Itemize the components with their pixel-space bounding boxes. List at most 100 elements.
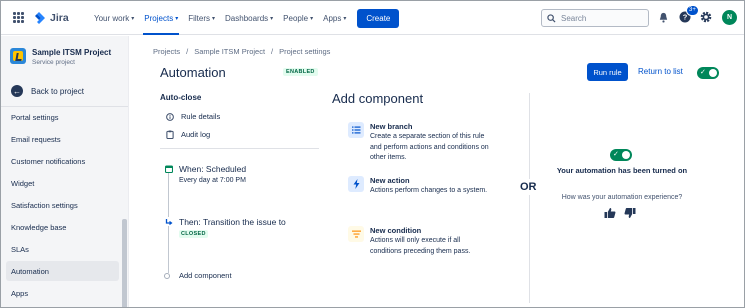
new-action-option[interactable]: New action Actions perform changes to a …	[348, 176, 490, 197]
nav-label: Apps	[323, 13, 342, 23]
search-placeholder: Search	[561, 13, 587, 23]
logo-text: Jira	[50, 12, 69, 24]
breadcrumb-separator: /	[186, 47, 189, 56]
project-type: Service project	[32, 59, 75, 66]
nav-dashboards[interactable]: Dashboards ▾	[220, 1, 278, 35]
sidebar-item-satisfaction-settings[interactable]: Satisfaction settings	[6, 195, 119, 215]
rule-details-label: Rule details	[181, 112, 221, 121]
nav-label: People	[283, 13, 309, 23]
feedback-buttons	[604, 207, 636, 219]
page-title: Automation	[160, 65, 226, 80]
back-to-project-link[interactable]: ← Back to project	[11, 85, 84, 97]
app-switcher-icon[interactable]	[13, 12, 24, 23]
run-rule-button[interactable]: Run rule	[587, 63, 628, 81]
new-condition-option[interactable]: New condition Actions will only execute …	[348, 226, 490, 257]
nav-projects[interactable]: Projects ▾	[139, 1, 183, 35]
info-icon	[166, 112, 174, 121]
breadcrumb: Projects / Sample ITSM Project / Project…	[153, 47, 330, 56]
option-description: Actions will only execute if all conditi…	[370, 237, 471, 255]
nav-label: Filters	[188, 13, 210, 23]
breadcrumb-projects[interactable]: Projects	[153, 47, 180, 56]
nav-label: Dashboards	[225, 13, 269, 23]
sidebar-item-knowledge-base[interactable]: Knowledge base	[6, 217, 119, 237]
calendar-icon	[164, 164, 173, 173]
project-avatar-icon	[10, 48, 26, 64]
transition-icon	[164, 217, 173, 226]
app-frame: Jira Your work ▾ Projects ▾ Filters ▾ Dashb…	[0, 0, 745, 308]
option-title: New branch	[370, 122, 413, 131]
chevron-down-icon: ▾	[175, 15, 179, 22]
project-name: Sample ITSM Project	[32, 48, 112, 57]
vertical-divider	[529, 93, 530, 303]
status-lozenge: CLOSED	[179, 230, 208, 238]
return-to-list-link[interactable]: Return to list	[638, 67, 683, 76]
nav-label: Your work	[94, 13, 130, 23]
chevron-down-icon: ▾	[270, 15, 274, 22]
lightning-icon	[348, 176, 364, 192]
search-icon	[547, 13, 556, 23]
settings-gear-icon[interactable]	[699, 10, 713, 24]
new-branch-option[interactable]: New branch Create a separate section of …	[348, 122, 490, 164]
chevron-down-icon: ▾	[212, 15, 216, 22]
add-component-step[interactable]: Add component	[164, 271, 232, 280]
rule-name: Auto-close	[160, 93, 202, 102]
nav-people[interactable]: People ▾	[278, 1, 318, 35]
top-navigation: Jira Your work ▾ Projects ▾ Filters ▾ Dashb…	[1, 1, 744, 35]
sidebar-item-slas[interactable]: SLAs	[6, 239, 119, 259]
thumbs-up-icon[interactable]	[604, 207, 616, 219]
project-header: Sample ITSM Project Service project	[10, 48, 111, 68]
breadcrumb-settings[interactable]: Project settings	[279, 47, 330, 56]
check-icon: ✓	[613, 151, 619, 158]
action-title: Then: Transition the issue to	[179, 217, 286, 227]
filter-icon	[348, 226, 364, 242]
sidebar-item-portal-settings[interactable]: Portal settings	[6, 107, 119, 127]
experience-question: How was your automation experience?	[561, 194, 683, 201]
option-title: New action	[370, 176, 410, 185]
trigger-subtitle: Every day at 7:00 PM	[179, 177, 246, 184]
clipboard-icon	[166, 130, 174, 139]
back-label: Back to project	[31, 86, 84, 96]
add-component-title: Add component	[332, 91, 424, 106]
status-badge: ENABLED	[283, 68, 318, 76]
thumbs-down-icon[interactable]	[624, 207, 636, 219]
trigger-step[interactable]: When: Scheduled Every day at 7:00 PM	[164, 164, 246, 186]
check-icon: ✓	[700, 69, 706, 76]
sidebar-item-widget[interactable]: Widget	[6, 173, 119, 193]
rule-enabled-toggle[interactable]: ✓	[697, 67, 719, 79]
chevron-down-icon: ▾	[343, 15, 347, 22]
action-step[interactable]: Then: Transition the issue to CLOSED	[164, 217, 286, 238]
nav-your-work[interactable]: Your work ▾	[89, 1, 139, 35]
chevron-down-icon: ▾	[310, 15, 314, 22]
add-component-label: Add component	[179, 271, 232, 280]
or-label: OR	[520, 179, 537, 195]
jira-logo[interactable]: Jira	[32, 10, 69, 26]
breadcrumb-project[interactable]: Sample ITSM Project	[194, 47, 265, 56]
trigger-title: When: Scheduled	[179, 164, 247, 174]
audit-log-link[interactable]: Audit log	[166, 130, 210, 139]
create-button[interactable]: Create	[357, 8, 400, 28]
notifications-icon[interactable]	[656, 10, 670, 24]
sidebar-scrollbar[interactable]	[122, 219, 127, 307]
jira-logo-icon	[35, 12, 45, 24]
section-divider	[160, 148, 319, 149]
sidebar-item-email-requests[interactable]: Email requests	[6, 129, 119, 149]
step-dot-icon	[164, 272, 170, 279]
sidebar-item-apps[interactable]: Apps	[6, 283, 119, 303]
automation-on-toggle[interactable]: ✓	[610, 149, 632, 161]
help-badge: 3+	[686, 5, 699, 16]
turned-on-message: Your automation has been turned on	[556, 166, 688, 175]
avatar[interactable]: N	[722, 10, 737, 25]
sidebar-item-customer-notifications[interactable]: Customer notifications	[6, 151, 119, 171]
rule-details-link[interactable]: Rule details	[166, 112, 220, 121]
project-sidebar: Sample ITSM Project Service project ← Ba…	[1, 36, 129, 307]
chevron-down-icon: ▾	[131, 15, 135, 22]
nav-label: Projects	[144, 13, 174, 23]
option-description: Actions perform changes to a system.	[370, 187, 488, 194]
option-title: New condition	[370, 226, 422, 235]
primary-nav: Your work ▾ Projects ▾ Filters ▾ Dashboards…	[89, 1, 400, 35]
search-input[interactable]: Search	[541, 9, 649, 27]
nav-apps[interactable]: Apps ▾	[318, 1, 351, 35]
sidebar-item-automation[interactable]: Automation	[6, 261, 119, 281]
nav-filters[interactable]: Filters ▾	[183, 1, 220, 35]
audit-log-label: Audit log	[181, 130, 211, 139]
